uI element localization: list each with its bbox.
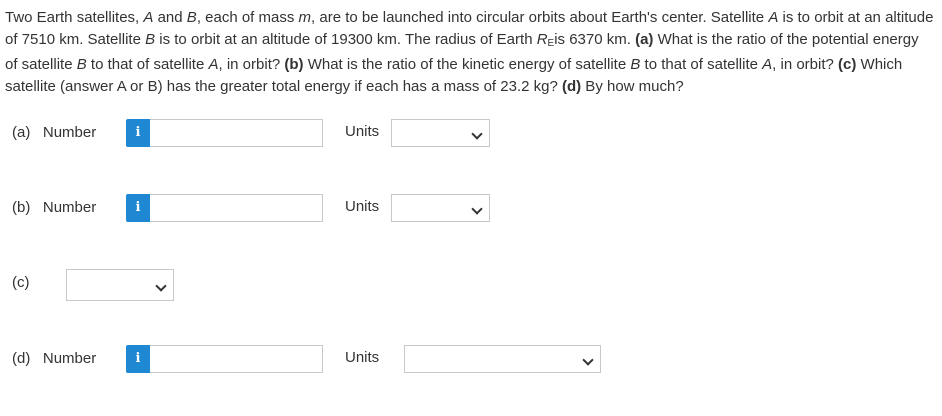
part-d-info-icon[interactable]: i <box>126 345 150 373</box>
part-b-units-select[interactable] <box>391 194 490 222</box>
part-a-row: (a) Number i Units <box>0 116 942 150</box>
part-d-number-input[interactable] <box>150 345 323 373</box>
part-b-label: (b) Number <box>12 199 97 216</box>
part-b-units-label: Units <box>345 198 380 215</box>
part-b-row: (b) Number i Units <box>0 191 942 225</box>
part-d-units-select[interactable] <box>404 345 601 373</box>
part-d-row: (d) Number i Units <box>0 342 942 376</box>
part-c-row: (c) <box>0 266 942 301</box>
chevron-down-icon <box>582 354 594 366</box>
part-a-units-label: Units <box>345 123 380 140</box>
chevron-down-icon <box>155 280 167 292</box>
part-d-units-label: Units <box>345 349 380 366</box>
part-a-info-icon[interactable]: i <box>126 119 150 147</box>
chevron-down-icon <box>471 128 483 140</box>
part-a-label: (a) Number <box>12 124 97 141</box>
chevron-down-icon <box>471 203 483 215</box>
part-c-answer-select[interactable] <box>66 269 174 301</box>
part-a-units-select[interactable] <box>391 119 490 147</box>
part-d-label: (d) Number <box>12 350 97 367</box>
part-c-label: (c) <box>12 274 30 291</box>
part-b-number-input[interactable] <box>150 194 323 222</box>
question-text: Two Earth satellites, A and B, each of m… <box>5 9 934 95</box>
part-a-number-input[interactable] <box>150 119 323 147</box>
part-b-info-icon[interactable]: i <box>126 194 150 222</box>
